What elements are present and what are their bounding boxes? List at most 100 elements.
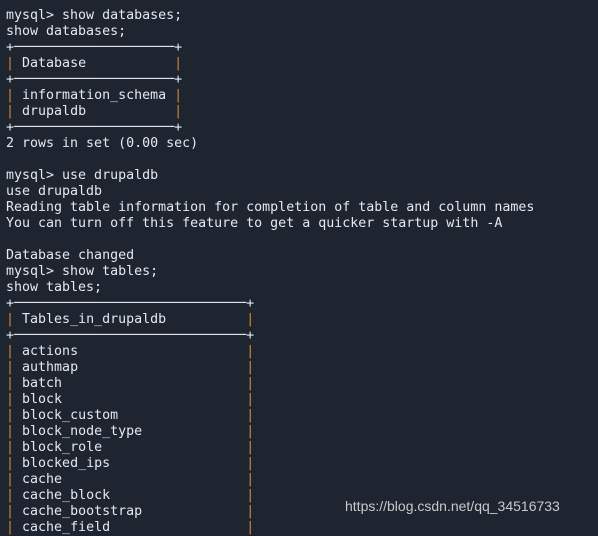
table-bar: |: [6, 104, 15, 119]
table-cell: block_custom: [22, 408, 119, 423]
cell-pad: [118, 408, 246, 423]
table-bar: |: [6, 440, 15, 455]
table-border-line: +─────────────────────────────+: [6, 296, 255, 311]
table-bar: |: [174, 88, 183, 103]
cell-pad: [14, 88, 22, 103]
table-row: | blocked_ips |: [6, 456, 534, 472]
table-header-row: | Tables_in_drupaldb |: [6, 312, 534, 328]
table-row: | authmap |: [6, 360, 534, 376]
table-cell: information_schema: [22, 88, 167, 103]
cell-pad: [166, 88, 174, 103]
line-text: You can turn off this feature to get a q…: [6, 216, 503, 231]
cell-pad: [14, 344, 22, 359]
table-cell: actions: [22, 344, 79, 359]
table-row: | information_schema |: [6, 88, 534, 104]
cell-pad: [14, 312, 22, 327]
cell-pad: [86, 56, 174, 71]
table-border: +────────────────────+: [6, 40, 534, 56]
table-header-row: | Database |: [6, 56, 534, 72]
terminal-line: You can turn off this feature to get a q…: [6, 216, 534, 232]
table-cell: cache_bootstrap: [22, 504, 143, 519]
cell-pad: [142, 504, 246, 519]
line-text: 2 rows in set (0.00 sec): [6, 136, 199, 151]
table-cell: authmap: [22, 360, 79, 375]
table-bar: |: [6, 376, 15, 391]
table-border: +────────────────────+: [6, 72, 534, 88]
table-border-line: +────────────────────+: [6, 120, 183, 135]
table-border: +─────────────────────────────+: [6, 296, 534, 312]
cell-pad: [14, 504, 22, 519]
table-cell: block_node_type: [22, 424, 143, 439]
table-border-line: +─────────────────────────────+: [6, 328, 255, 343]
table-border: +─────────────────────────────+: [6, 328, 534, 344]
table-bar: |: [246, 440, 255, 455]
cell-pad: [14, 456, 22, 471]
table-bar: |: [6, 344, 15, 359]
table-row: | batch |: [6, 376, 534, 392]
table-bar: |: [6, 424, 15, 439]
table-bar: |: [246, 408, 255, 423]
table-bar: |: [174, 56, 183, 71]
table-bar: |: [6, 392, 15, 407]
cell-pad: [14, 440, 22, 455]
cell-pad: [110, 456, 246, 471]
cell-pad: [62, 392, 246, 407]
table-row: | cache |: [6, 472, 534, 488]
table-cell: block_role: [22, 440, 103, 455]
table-cell: block: [22, 392, 63, 407]
cell-pad: [166, 312, 246, 327]
table-cell: Database: [22, 56, 87, 71]
table-cell: batch: [22, 376, 63, 391]
cell-pad: [14, 376, 22, 391]
line-text: mysql> show databases;: [6, 8, 183, 23]
table-bar: |: [6, 312, 15, 327]
cell-pad: [78, 360, 246, 375]
table-cell: cache_field: [22, 520, 111, 535]
table-row: | block_role |: [6, 440, 534, 456]
table-row: | actions |: [6, 344, 534, 360]
watermark: https://blog.csdn.net/qq_34516733: [345, 498, 560, 514]
terminal-line: use drupaldb: [6, 184, 534, 200]
terminal-line: 2 rows in set (0.00 sec): [6, 136, 534, 152]
terminal-line: show tables;: [6, 280, 534, 296]
cell-pad: [14, 56, 22, 71]
table-bar: |: [246, 504, 255, 519]
table-bar: |: [246, 376, 255, 391]
table-bar: |: [246, 312, 255, 327]
terminal-output[interactable]: mysql> show databases; show databases; +──…: [6, 8, 534, 536]
cell-pad: [142, 424, 246, 439]
table-bar: |: [6, 456, 15, 471]
cell-pad: [14, 360, 22, 375]
terminal-line: mysql> show tables;: [6, 264, 534, 280]
table-cell: cache_block: [22, 488, 111, 503]
terminal-line: Reading table information for completion…: [6, 200, 534, 216]
table-bar: |: [6, 520, 15, 535]
table-bar: |: [6, 408, 15, 423]
cell-pad: [14, 488, 22, 503]
cell-pad: [14, 408, 22, 423]
table-row: | cache_field |: [6, 520, 534, 536]
table-cell: blocked_ips: [22, 456, 111, 471]
table-bar: |: [246, 520, 255, 535]
table-row: | drupaldb |: [6, 104, 534, 120]
table-bar: |: [246, 392, 255, 407]
table-bar: |: [174, 104, 183, 119]
line-text: Database changed: [6, 248, 135, 263]
cell-pad: [110, 488, 246, 503]
table-bar: |: [246, 488, 255, 503]
table-bar: |: [6, 472, 15, 487]
cell-pad: [14, 392, 22, 407]
line-text: show tables;: [6, 280, 103, 295]
cell-pad: [86, 104, 174, 119]
cell-pad: [14, 472, 22, 487]
cell-pad: [14, 104, 22, 119]
table-bar: |: [6, 360, 15, 375]
cell-pad: [14, 520, 22, 535]
cell-pad: [110, 520, 246, 535]
terminal-line: show databases;: [6, 24, 534, 40]
table-bar: |: [6, 504, 15, 519]
line-text: Reading table information for completion…: [6, 200, 535, 215]
table-border-line: +────────────────────+: [6, 40, 183, 55]
